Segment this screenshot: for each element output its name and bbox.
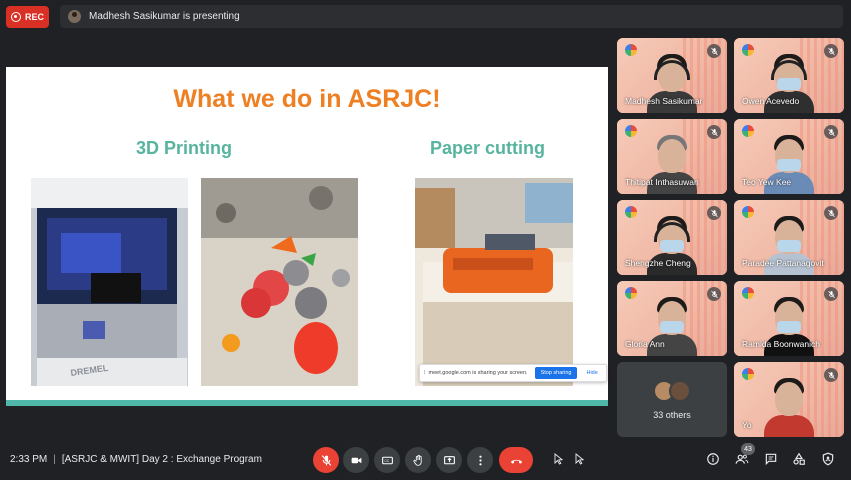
participant-face [658, 139, 686, 173]
event-logo-icon [742, 287, 754, 299]
muted-mic-icon [824, 206, 838, 220]
event-logo-icon [625, 125, 637, 137]
more-vert-icon [478, 455, 482, 465]
captions-button[interactable]: CC [374, 447, 400, 473]
participant-name: Owen Acevedo [742, 96, 800, 106]
meeting-title: [ASRJC & MWIT] Day 2 : Exchange Program [61, 454, 262, 465]
event-logo-icon [625, 206, 637, 218]
activities-button[interactable] [791, 451, 807, 467]
participant-tile[interactable]: Owen Acevedo [734, 38, 844, 113]
info-icon [707, 453, 719, 465]
muted-mic-icon [707, 287, 721, 301]
participant-tile[interactable]: Teo Yew Kee [734, 119, 844, 194]
muted-mic-icon [824, 287, 838, 301]
participant-name: Gloria Ann [625, 339, 665, 349]
captions-icon: CC [381, 456, 393, 464]
screen-share-bar: ⁞ meet.google.com is sharing your screen… [419, 364, 607, 382]
participant-tile[interactable]: Madhesh Sasikumar [617, 38, 727, 113]
event-logo-icon [625, 287, 637, 299]
svg-text:CC: CC [384, 459, 389, 463]
participant-face [775, 382, 803, 416]
record-icon [11, 12, 21, 22]
muted-mic-icon [707, 206, 721, 220]
shield-icon [822, 452, 834, 466]
presenter-avatar [68, 10, 81, 23]
more-options-button[interactable] [467, 447, 493, 473]
presenting-banner[interactable]: Madhesh Sasikumar is presenting [60, 5, 843, 28]
meeting-time: 2:33 PM [10, 454, 48, 465]
activities-icon [793, 452, 805, 465]
recording-label: REC [25, 12, 45, 22]
participant-name: Thitipat Inthasuwan [625, 177, 699, 187]
participant-body [764, 415, 814, 437]
participant-name: Madhesh Sasikumar [625, 96, 703, 106]
raise-hand-button[interactable] [405, 447, 431, 473]
hand-icon [412, 454, 422, 466]
participant-tile[interactable]: Gloria Ann [617, 281, 727, 356]
event-logo-icon [742, 125, 754, 137]
face-mask [660, 321, 684, 333]
cursor-icon [554, 453, 563, 465]
participant-tile[interactable]: Paradee Pattanagovit [734, 200, 844, 275]
participant-name: Yo [742, 420, 752, 430]
photo-3d-models [201, 178, 358, 386]
face-mask [777, 240, 801, 252]
avatar [669, 379, 691, 402]
participant-name: Ramida Boonwanich [742, 339, 820, 349]
others-avatars [653, 379, 691, 402]
participant-name: Teo Yew Kee [742, 177, 792, 187]
recording-indicator: REC [6, 6, 49, 28]
end-call-icon [510, 459, 522, 464]
meeting-details-button[interactable] [705, 451, 721, 467]
camera-icon [351, 457, 361, 463]
hide-share-bar-button[interactable]: Hide [586, 370, 597, 376]
participant-name: Shengzhe Cheng [625, 258, 691, 268]
muted-mic-icon [707, 125, 721, 139]
present-icon [443, 455, 455, 464]
drag-handle-icon[interactable]: ⁞ [424, 370, 426, 376]
microphone-button[interactable] [313, 447, 339, 473]
participant-name: Paradee Pattanagovit [742, 258, 824, 268]
camera-button[interactable] [343, 447, 369, 473]
others-tile[interactable]: 33 others [617, 362, 727, 437]
people-count-badge: 43 [741, 443, 755, 455]
event-logo-icon [742, 368, 754, 380]
event-logo-icon [742, 44, 754, 56]
participant-tile[interactable]: Yo [734, 362, 844, 437]
host-controls-button[interactable] [820, 451, 836, 467]
present-screen-button[interactable] [436, 447, 462, 473]
photo-3d-printer: DREMEL [31, 178, 188, 386]
share-message: meet.google.com is sharing your screen. [428, 370, 528, 376]
photo-paper-cutter [415, 178, 573, 386]
chat-icon [765, 453, 777, 466]
meeting-details[interactable]: 2:33 PM | [ASRJC & MWIT] Day 2 : Exchange … [10, 454, 262, 465]
muted-mic-icon [824, 125, 838, 139]
slide-heading-3d-printing: 3D Printing [136, 138, 233, 158]
control-bar: 2:33 PM | [ASRJC & MWIT] Day 2 : Exchange … [0, 441, 851, 480]
chat-button[interactable] [763, 451, 779, 467]
muted-mic-icon [707, 44, 721, 58]
leave-call-button[interactable] [499, 447, 533, 473]
slide-heading-paper-cutting: Paper cutting [430, 138, 546, 158]
event-logo-icon [625, 44, 637, 56]
event-logo-icon [742, 206, 754, 218]
face-mask [777, 159, 801, 171]
meeting-separator: | [53, 454, 56, 465]
mic-off-icon [321, 454, 331, 466]
participant-tile[interactable]: Thitipat Inthasuwan [617, 119, 727, 194]
participant-tile[interactable]: Ramida Boonwanich [734, 281, 844, 356]
cursor-icon [575, 453, 584, 465]
face-mask [777, 321, 801, 333]
presenting-text: Madhesh Sasikumar is presenting [89, 11, 240, 22]
shared-screen: What we do in ASRJC! 3D Printing Paper c… [6, 67, 608, 406]
stop-sharing-button[interactable]: Stop sharing [534, 367, 578, 379]
slide-accent-bar [6, 400, 608, 406]
participant-tile[interactable]: Shengzhe Cheng [617, 200, 727, 275]
slide-title: What we do in ASRJC! [173, 85, 441, 113]
muted-mic-icon [824, 368, 838, 382]
muted-mic-icon [824, 44, 838, 58]
others-label: 33 others [653, 409, 691, 420]
